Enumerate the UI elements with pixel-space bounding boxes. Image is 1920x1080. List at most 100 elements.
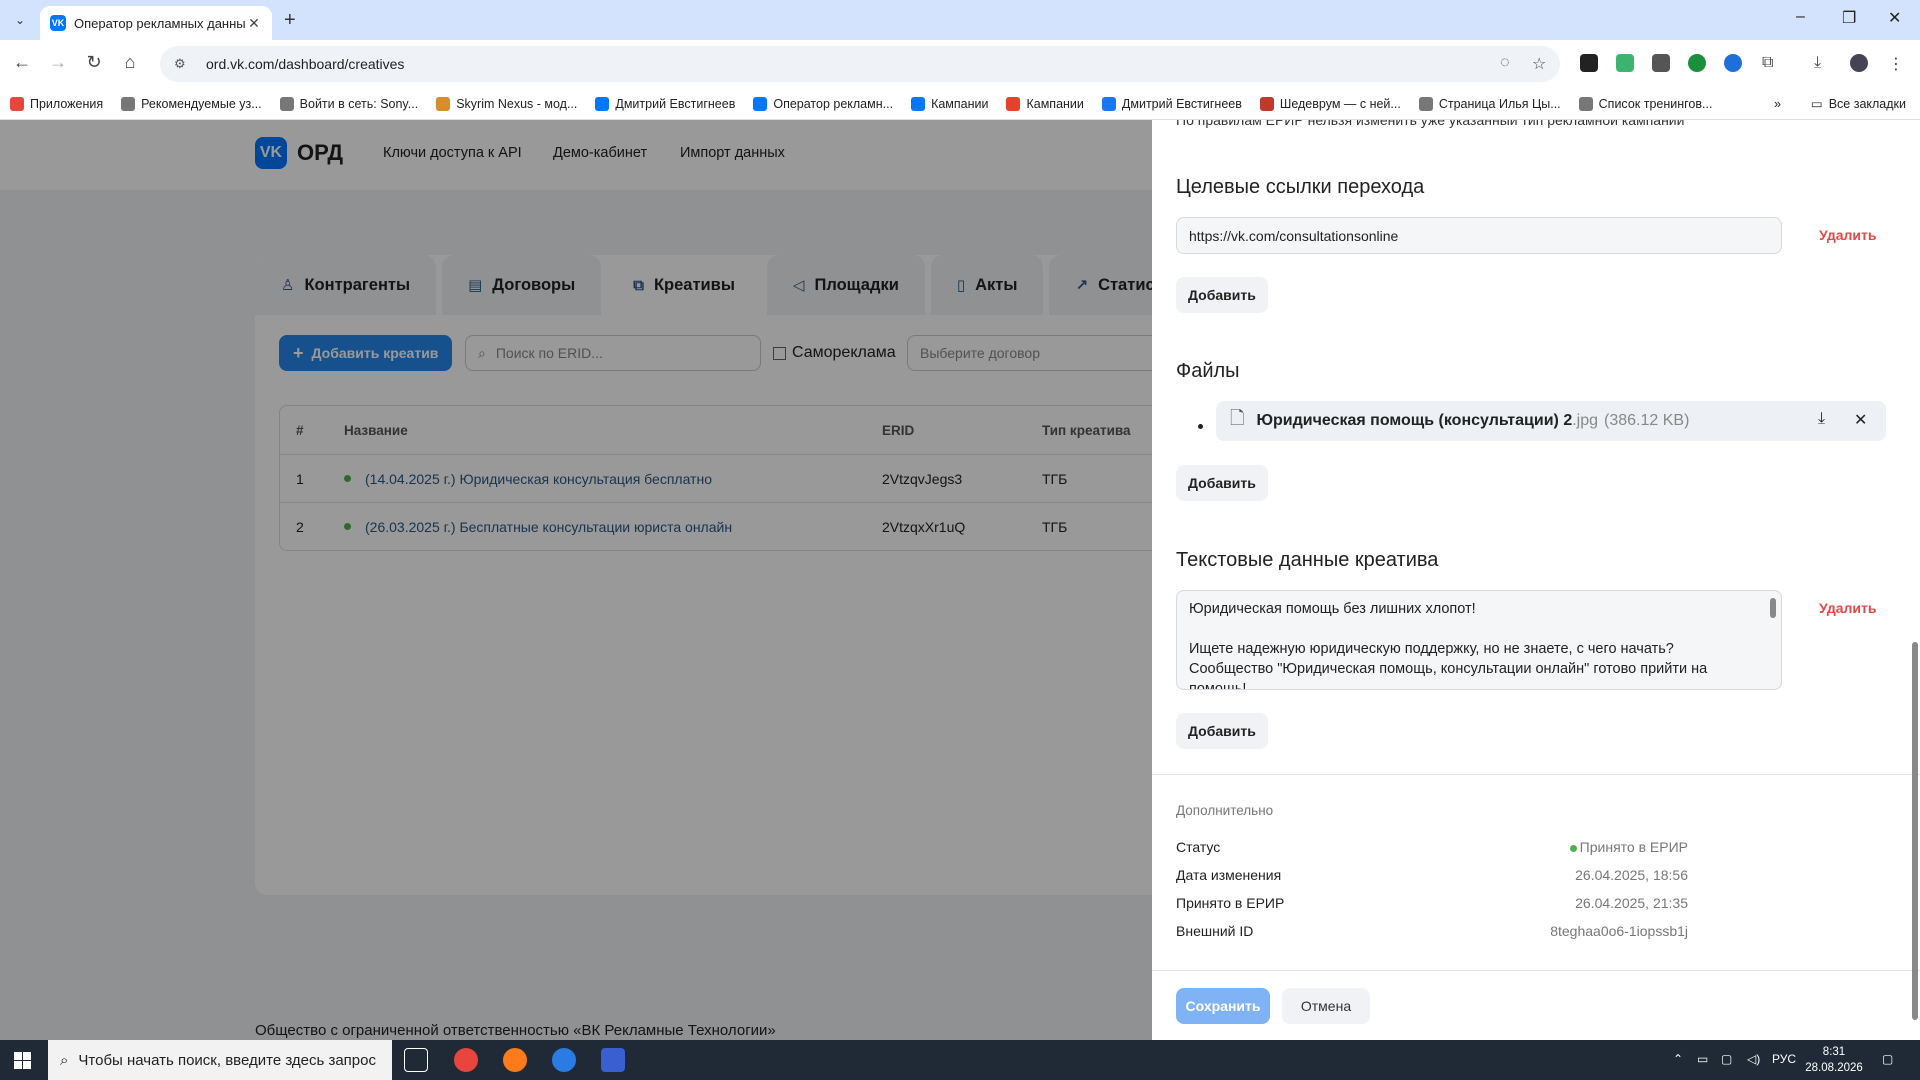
erir-note: По правилам ЕРИР нельзя изменить уже ука…	[1176, 120, 1685, 128]
detail-external-id: Внешний ID 8teghaa0o6-1iopssb1j	[1176, 923, 1688, 943]
extension-icon[interactable]	[1724, 54, 1742, 72]
links-section-title: Целевые ссылки перехода	[1176, 176, 1425, 198]
download-file-icon[interactable]: ⤓	[1818, 410, 1825, 428]
bookmark-item[interactable]: Дмитрий Евстигнеев	[595, 96, 736, 111]
bookmark-star-icon[interactable]: ☆	[1532, 54, 1546, 74]
cancel-button[interactable]: Отмена	[1282, 988, 1370, 1024]
bookmark-label: Шедеврум — с ней...	[1279, 96, 1401, 111]
back-arrow-icon[interactable]: ←	[10, 52, 34, 73]
add-link-button[interactable]: Добавить	[1176, 277, 1268, 313]
bookmark-item[interactable]: Список тренингов...	[1578, 96, 1712, 111]
bookmark-item[interactable]: Рекомендуемые уз...	[121, 96, 262, 111]
status-dot-icon	[1569, 844, 1577, 852]
bookmark-item[interactable]: Дмитрий Евстигнеев	[1101, 96, 1242, 111]
minimize-icon[interactable]: –	[1796, 8, 1805, 26]
creative-text-textarea[interactable]: Юридическая помощь без лишних хлопот! Ищ…	[1176, 590, 1782, 690]
clock-date: 28.08.2026	[1805, 1062, 1863, 1074]
avatar[interactable]	[1850, 54, 1868, 72]
tab-title: Оператор рекламных данных	[74, 15, 246, 31]
windows-start-icon[interactable]	[14, 1052, 31, 1069]
drawer-scrollbar[interactable]	[1912, 642, 1918, 1020]
forward-arrow-icon[interactable]: →	[46, 52, 70, 73]
puzzle-extensions-icon[interactable]: ⧉	[1762, 54, 1773, 72]
add-text-button[interactable]: Добавить	[1176, 713, 1268, 749]
detail-key: Статус	[1176, 839, 1221, 855]
save-app-icon[interactable]	[601, 1048, 625, 1072]
bookmark-label: Оператор рекламн...	[773, 96, 894, 111]
footer-divider	[1152, 970, 1920, 971]
modal-overlay[interactable]	[0, 120, 1152, 1040]
extension-icon[interactable]	[1688, 54, 1706, 72]
vk-ads-icon	[911, 96, 926, 111]
bookmark-item[interactable]: Кампании	[911, 96, 989, 111]
tray-chevron-icon[interactable]: ⌃	[1673, 1052, 1683, 1066]
folder-icon: ▭	[1810, 97, 1823, 111]
detail-key: Дата изменения	[1176, 867, 1282, 883]
save-button[interactable]: Сохранить	[1176, 988, 1270, 1024]
more-menu-icon[interactable]: ⋮	[1888, 54, 1904, 74]
restore-icon[interactable]: ❐	[1842, 8, 1856, 28]
eye-off-icon[interactable]: ◌	[1500, 54, 1510, 72]
all-bookmarks-button[interactable]: » ▭ Все закладки	[1774, 96, 1906, 112]
file-name: Юридическая помощь (консультации) 2	[1256, 412, 1573, 429]
volume-icon[interactable]: ◁)	[1747, 1052, 1760, 1066]
file-size: (386.12 KB)	[1604, 412, 1690, 429]
facebook-icon	[1101, 96, 1116, 111]
delete-text-button[interactable]: Удалить	[1819, 600, 1876, 616]
bookmark-item[interactable]: Войти в сеть: Sony...	[279, 96, 418, 111]
site-info-icon[interactable]: ⚙	[174, 56, 194, 72]
extension-icon[interactable]	[1652, 54, 1670, 72]
tab-search-menu-button[interactable]: ⌄	[8, 8, 32, 32]
address-bar[interactable]: ⚙ ord.vk.com/dashboard/creatives	[160, 46, 1560, 82]
textarea-scrollbar[interactable]	[1770, 598, 1776, 618]
language-indicator[interactable]: РУС	[1772, 1052, 1796, 1066]
download-icon[interactable]: ⤓	[1814, 54, 1821, 72]
detail-value: 26.04.2025, 18:56	[1575, 867, 1688, 883]
window-close-icon[interactable]: ✕	[1888, 8, 1901, 28]
reload-icon[interactable]: ↻	[82, 52, 106, 73]
notifications-icon[interactable]: ▢	[1882, 1052, 1893, 1066]
globe-icon	[1418, 96, 1433, 111]
target-link-input[interactable]: https://vk.com/consultationsonline	[1176, 217, 1782, 254]
more-bookmarks-icon[interactable]: »	[1774, 97, 1781, 111]
text-section-title: Текстовые данные креатива	[1176, 549, 1439, 571]
extra-section-title: Дополнительно	[1176, 803, 1274, 818]
bookmark-item[interactable]: Кампании	[1006, 96, 1084, 111]
windows-taskbar: ⌕ Чтобы начать поиск, введите здесь запро…	[0, 1040, 1920, 1080]
bookmark-item[interactable]: Страница Илья Цы...	[1418, 96, 1561, 111]
browser-tab-active[interactable]: VK Оператор рекламных данных ✕	[40, 6, 272, 40]
tab-close-icon[interactable]: ✕	[246, 15, 262, 32]
new-tab-plus-icon[interactable]: +	[284, 9, 296, 32]
globe-icon	[1578, 96, 1593, 111]
extension-icon[interactable]	[1616, 54, 1634, 72]
bookmark-label: Дмитрий Евстигнеев	[615, 96, 736, 111]
network-icon[interactable]: ▢	[1721, 1052, 1732, 1066]
bookmark-item[interactable]: Шедеврум — с ней...	[1259, 96, 1401, 111]
extension-icon[interactable]	[1580, 54, 1598, 72]
detail-modified-date: Дата изменения 26.04.2025, 18:56	[1176, 867, 1688, 887]
battery-icon[interactable]: ▭	[1697, 1052, 1708, 1066]
chrome-icon[interactable]	[454, 1048, 478, 1072]
file-icon: 🗋	[1230, 408, 1245, 428]
bookmark-item[interactable]: Skyrim Nexus - мод...	[436, 96, 577, 111]
vk-icon	[595, 96, 610, 111]
bookmark-label: Кампании	[931, 96, 989, 111]
add-file-button[interactable]: Добавить	[1176, 465, 1268, 501]
vk-favicon-icon: VK	[50, 15, 66, 31]
bookmark-item[interactable]: Оператор рекламн...	[753, 96, 894, 111]
firefox-icon[interactable]	[503, 1048, 527, 1072]
bookmark-item[interactable]: Приложения	[10, 96, 103, 111]
section-divider	[1152, 774, 1920, 775]
remove-file-icon[interactable]: ✕	[1854, 410, 1867, 430]
home-icon[interactable]: ⌂	[118, 52, 142, 73]
taskbar-search-input[interactable]: ⌕ Чтобы начать поиск, введите здесь запро…	[48, 1040, 392, 1080]
task-view-icon[interactable]	[404, 1048, 428, 1072]
browser-toolbar: ← → ↻ ⌂ ⚙ ord.vk.com/dashboard/creatives…	[0, 40, 1920, 88]
file-item: 🗋 Юридическая помощь (консультации) 2 .jp…	[1216, 401, 1886, 441]
app-icon[interactable]	[552, 1048, 576, 1072]
clock-time: 8:31	[1822, 1046, 1846, 1058]
search-icon: ⌕	[60, 1051, 69, 1069]
bookmarks-bar: Приложения Рекомендуемые уз... Войти в сет…	[0, 88, 1920, 120]
clock[interactable]: 8:31 28.08.2026	[1804, 1044, 1864, 1076]
delete-link-button[interactable]: Удалить	[1819, 227, 1876, 243]
